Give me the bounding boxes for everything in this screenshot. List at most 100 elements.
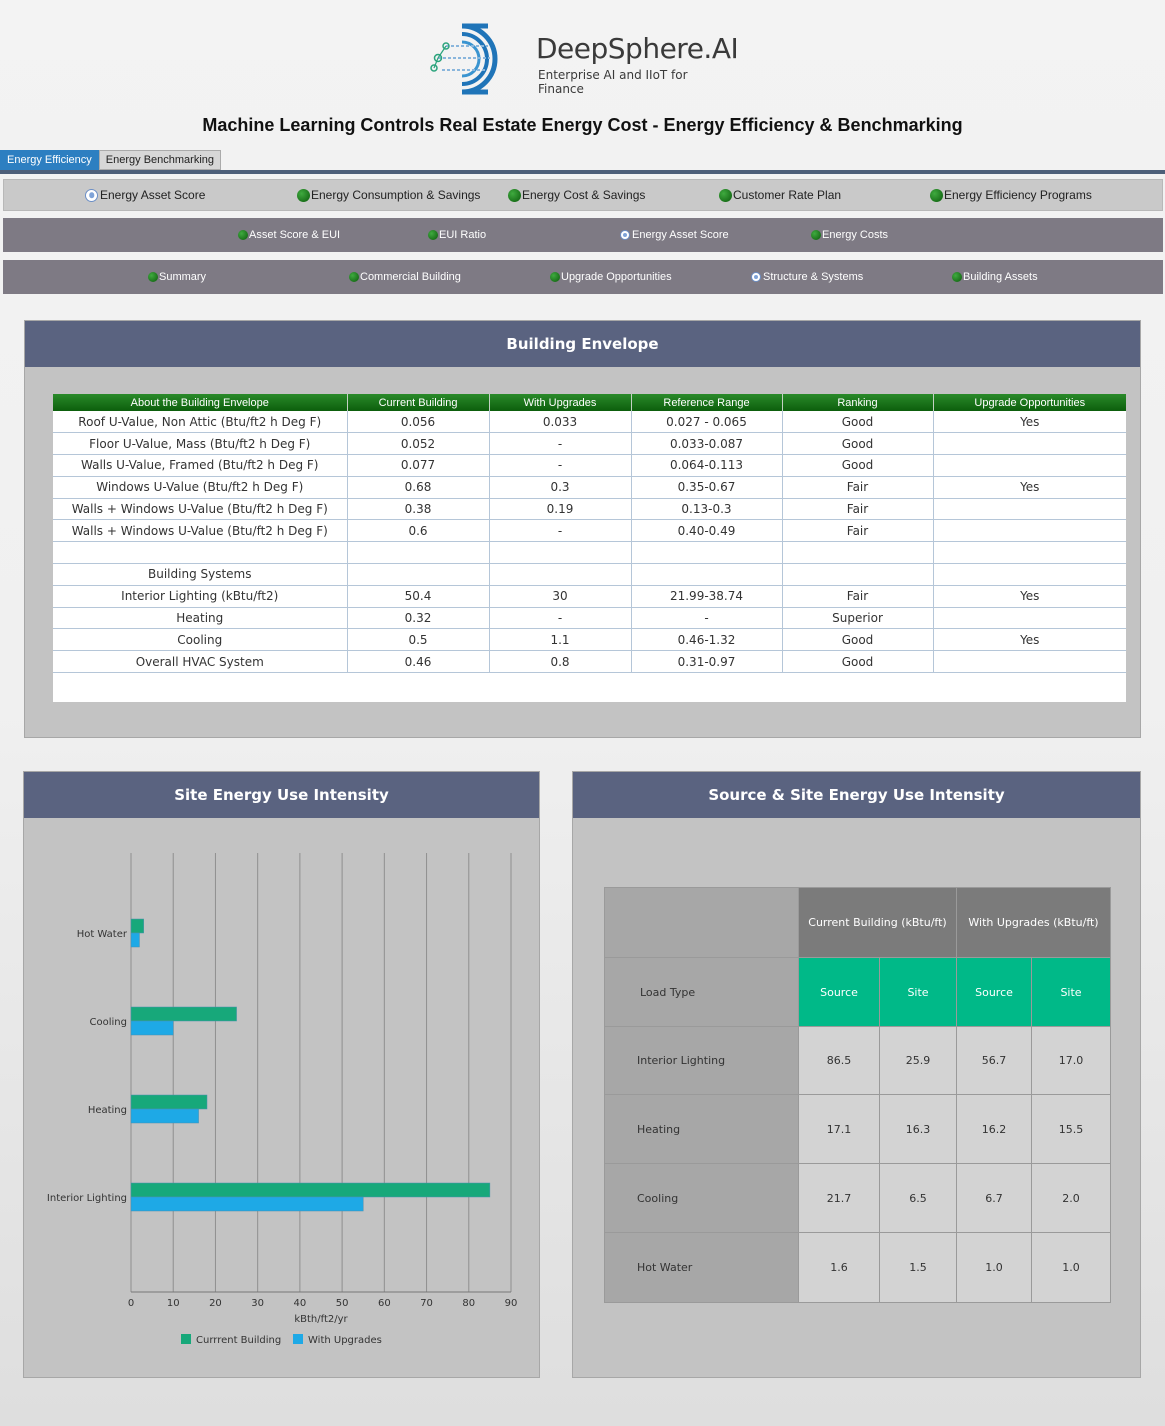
table-cell: 0.68 [347, 476, 490, 499]
nav3-summary[interactable]: Summary [148, 271, 206, 283]
table-cell: 0.027 - 0.065 [631, 411, 783, 434]
page-title: Machine Learning Controls Real Estate En… [202, 115, 963, 135]
nav3-building-assets[interactable]: Building Assets [952, 271, 1038, 283]
nav1-energy-consumption-savings[interactable]: Energy Consumption & Savings [297, 188, 480, 202]
nav2-label: Energy Costs [822, 229, 889, 241]
sub-header: Site [879, 957, 957, 1027]
table-cell: Good [782, 454, 934, 477]
nav3-upgrade-opportunities[interactable]: Upgrade Opportunities [550, 271, 672, 283]
table-cell: 0.077 [347, 454, 490, 477]
table-cell: Yes [933, 585, 1126, 608]
nav1-label: Energy Cost & Savings [522, 188, 646, 202]
table-cell [631, 541, 783, 565]
bar-current [130, 918, 144, 934]
site-eui-chart: 0 10 20 30 40 50 60 70 80 90 Hot Water Cooling Heati… [47, 853, 517, 1346]
table-cell: 56.7 [956, 1026, 1032, 1095]
table-row [53, 541, 1126, 565]
legend-label: With Upgrades [308, 1335, 382, 1346]
table-cell: Walls U-Value, Framed (Btu/ft2 h Deg F) [53, 454, 348, 477]
tab-bar: Energy Efficiency Energy Benchmarking [0, 150, 222, 170]
green-dot-icon [148, 272, 158, 282]
y-tick-label: Heating [88, 1105, 127, 1116]
panel-title: Source & Site Energy Use Intensity [573, 772, 1140, 818]
nav1-label: Customer Rate Plan [733, 188, 842, 202]
table-cell: - [489, 519, 632, 543]
table-cell: 1.0 [1031, 1232, 1111, 1303]
bar-current [130, 1006, 237, 1022]
tab-energy-efficiency[interactable]: Energy Efficiency [0, 150, 99, 170]
table-cell: 0.46 [347, 650, 490, 674]
nav1-label: Energy Asset Score [100, 188, 206, 202]
table-row: Walls U-Value, Framed (Btu/ft2 h Deg F) 0… [53, 454, 1126, 477]
table-row: Heating 17.1 16.3 16.2 15.5 [604, 1094, 1111, 1164]
sub-header: Source [956, 957, 1032, 1027]
table-row: Floor U-Value, Mass (Btu/ft2 h Deg F) 0.0… [53, 432, 1126, 456]
green-dot-icon [297, 188, 310, 202]
table-cell: 1.1 [489, 628, 632, 652]
x-tick-label: 80 [462, 1298, 475, 1309]
brand-logo: DeepSphere.AI Enterprise AI and IIoT for… [428, 20, 739, 98]
legend-swatch [181, 1334, 191, 1344]
sub-header: Source [798, 957, 880, 1027]
building-envelope-panel: Building Envelope About the Building Env… [24, 320, 1141, 738]
table-cell: 25.9 [879, 1026, 957, 1095]
x-tick-label: 50 [336, 1298, 349, 1309]
table-cell: Good [782, 650, 934, 674]
table-cell: 50.4 [347, 585, 490, 608]
radio-selected-icon [620, 230, 630, 240]
nav2-eui-ratio[interactable]: EUI Ratio [428, 229, 486, 241]
table-cell: Fair [782, 476, 934, 499]
table-cell: 1.6 [798, 1232, 880, 1303]
green-dot-icon [508, 188, 521, 202]
table-cell: 0.19 [489, 498, 632, 521]
table-cell [347, 563, 490, 586]
tab-energy-benchmarking[interactable]: Energy Benchmarking [98, 150, 222, 170]
green-dot-icon [550, 272, 560, 282]
nav3-label: Upgrade Opportunities [561, 271, 672, 283]
table-cell: 1.0 [956, 1232, 1032, 1303]
table-cell: Yes [933, 476, 1126, 499]
table-cell: 15.5 [1031, 1094, 1111, 1164]
table-cell: 86.5 [798, 1026, 880, 1095]
row-label: Heating [604, 1094, 799, 1164]
nav2-label: Asset Score & EUI [249, 229, 341, 241]
table-cell: Walls + Windows U-Value (Btu/ft2 h Deg F… [53, 498, 348, 521]
nav2-asset-score-eui[interactable]: Asset Score & EUI [238, 229, 340, 241]
green-dot-icon [930, 188, 943, 202]
nav1-energy-asset-score[interactable]: Energy Asset Score [85, 188, 205, 202]
table-cell: 1.5 [879, 1232, 957, 1303]
table-cell: Yes [933, 411, 1126, 434]
nav1-energy-cost-savings[interactable]: Energy Cost & Savings [508, 188, 645, 202]
table-row: Hot Water 1.6 1.5 1.0 1.0 [604, 1232, 1111, 1303]
logo-mark-icon [430, 23, 498, 95]
table-cell: 0.5 [347, 628, 490, 652]
table-cell: 6.7 [956, 1163, 1032, 1233]
nav2-energy-costs[interactable]: Energy Costs [811, 229, 888, 241]
bar-upgrades [130, 1196, 364, 1212]
table-cell: Superior [782, 607, 934, 630]
table-cell: Building Systems [53, 563, 348, 586]
nav2-energy-asset-score[interactable]: Energy Asset Score [620, 229, 729, 241]
bar-upgrades [130, 1020, 174, 1036]
bar-upgrades [130, 1108, 199, 1124]
bar-current [130, 1094, 208, 1110]
nav2-label: Energy Asset Score [632, 229, 729, 241]
table-cell: 0.38 [347, 498, 490, 521]
table-cell [933, 607, 1126, 630]
nav1-label: Energy Consumption & Savings [311, 188, 481, 202]
group-header-upgrades: With Upgrades (kBtu/ft) [956, 887, 1111, 958]
table-row: Building Systems [53, 563, 1126, 586]
table-cell: 0.13-0.3 [631, 498, 783, 521]
nav3-commercial-building[interactable]: Commercial Building [349, 271, 461, 283]
radio-selected-icon [751, 272, 761, 282]
nav3-structure-systems[interactable]: Structure & Systems [751, 271, 863, 283]
table-cell [933, 432, 1126, 456]
nav1-customer-rate-plan[interactable]: Customer Rate Plan [719, 188, 841, 202]
x-tick-label: 10 [167, 1298, 180, 1309]
green-dot-icon [952, 272, 962, 282]
table-cell: 0.40-0.49 [631, 519, 783, 543]
table-cell [53, 541, 348, 565]
nav1-energy-efficiency-programs[interactable]: Energy Efficiency Programs [930, 188, 1092, 202]
load-type-header: Load Type [604, 957, 799, 1027]
y-tick-label: Cooling [90, 1017, 127, 1028]
